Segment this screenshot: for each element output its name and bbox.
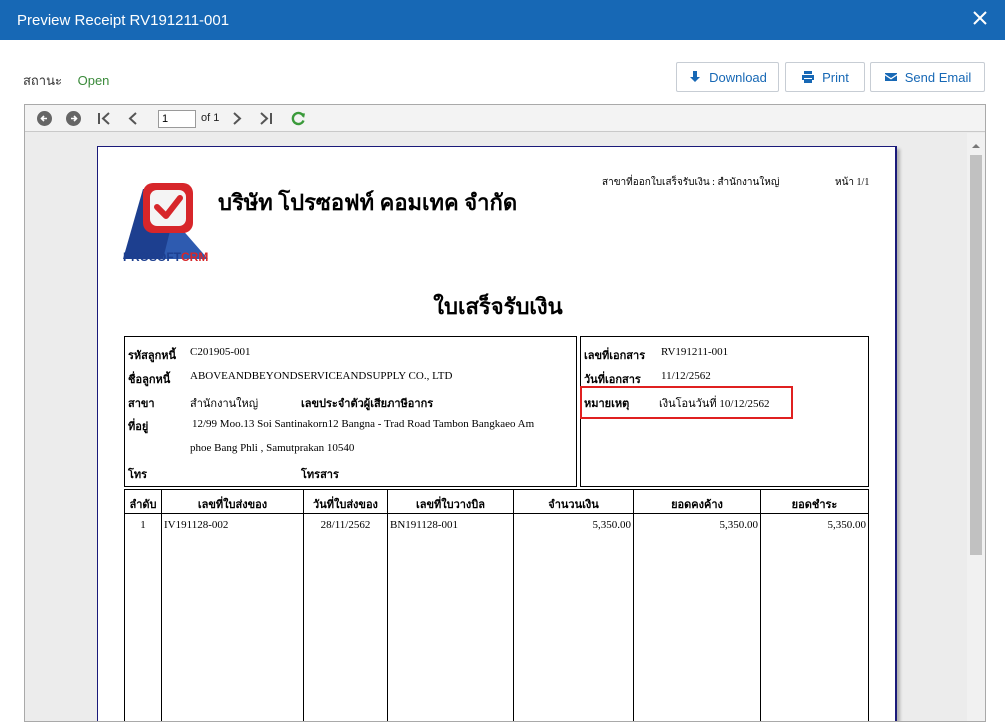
row-billing-no: BN191128-001 bbox=[390, 519, 459, 531]
refresh-icon[interactable] bbox=[290, 110, 307, 127]
dialog-titlebar: Preview Receipt RV191211-001 bbox=[0, 0, 1005, 40]
page-number-input[interactable] bbox=[158, 110, 196, 128]
row-invoice-date: 28/11/2562 bbox=[320, 519, 371, 531]
header-outstanding: ยอดคงค้าง bbox=[671, 499, 723, 511]
download-label: Download bbox=[709, 69, 767, 85]
customer-code-label: รหัสลูกหนี้ bbox=[128, 350, 177, 362]
logo-wordmark: PROSOFTCRM bbox=[123, 250, 209, 264]
customer-branch-label: สาขา bbox=[128, 398, 155, 410]
document-date: 11/12/2562 bbox=[661, 370, 711, 382]
company-name: บริษัท โปรซอฟท์ คอมเทค จำกัด bbox=[218, 190, 518, 215]
customer-branch: สำนักงานใหญ่ bbox=[190, 398, 259, 410]
address-label: ที่อยู่ bbox=[128, 421, 149, 433]
status-label: สถานะ bbox=[23, 73, 62, 88]
first-page-icon[interactable] bbox=[96, 110, 113, 127]
viewer-toolbar: of 1 bbox=[25, 105, 985, 132]
last-page-icon[interactable] bbox=[257, 110, 274, 127]
print-button[interactable]: Print bbox=[785, 62, 865, 92]
customer-name-label: ชื่อลูกหนี้ bbox=[128, 374, 171, 386]
print-label: Print bbox=[822, 69, 849, 85]
address-line-2: phoe Bang Phli , Samutprakan 10540 bbox=[190, 442, 355, 454]
column-divider bbox=[387, 490, 388, 721]
dialog-title: Preview Receipt RV191211-001 bbox=[17, 12, 230, 29]
receipt-title: ใบเสร็จรับเงิน bbox=[433, 294, 563, 319]
report-viewer: of 1 PROSOFTCRM บริษัท โปรซอฟท์ คอมเทค จ… bbox=[24, 104, 986, 722]
status-row: สถานะ Open bbox=[23, 70, 109, 91]
scroll-up-icon[interactable] bbox=[967, 139, 985, 149]
receipt-items-table: ลำดับ เลขที่ใบส่งของ วันที่ใบส่งของ เลขท… bbox=[124, 489, 869, 721]
send-email-button[interactable]: Send Email bbox=[870, 62, 985, 92]
document-no-label: เลขที่เอกสาร bbox=[584, 350, 646, 362]
header-amount: จำนวนเงิน bbox=[548, 499, 599, 511]
row-amount: 5,350.00 bbox=[592, 519, 632, 531]
customer-name: ABOVEANDBEYONDSERVICEANDSUPPLY CO., LTD bbox=[190, 370, 453, 382]
column-divider bbox=[161, 490, 162, 721]
fax-label: โทรสาร bbox=[301, 469, 339, 481]
phone-label: โทร bbox=[128, 469, 148, 481]
close-icon[interactable] bbox=[969, 7, 991, 29]
scrollbar-thumb[interactable] bbox=[970, 155, 982, 555]
envelope-icon bbox=[884, 73, 897, 81]
download-button[interactable]: Download bbox=[676, 62, 779, 92]
download-icon bbox=[690, 71, 701, 82]
header-billing-no: เลขที่ใบวางบิล bbox=[415, 499, 486, 511]
tax-id-label: เลขประจำตัวผู้เสียภาษีอากร bbox=[301, 398, 434, 410]
print-icon bbox=[802, 71, 815, 83]
row-outstanding: 5,350.00 bbox=[719, 519, 759, 531]
row-invoice-no: IV191128-002 bbox=[164, 519, 229, 531]
address-line-1: 12/99 Moo.13 Soi Santinakorn12 Bangna - … bbox=[192, 418, 535, 430]
header-invoice-date: วันที่ใบส่งของ bbox=[313, 499, 378, 511]
header-seq: ลำดับ bbox=[129, 499, 157, 511]
header-divider bbox=[125, 513, 868, 514]
next-page-icon[interactable] bbox=[228, 110, 245, 127]
header-invoice-no: เลขที่ใบส่งของ bbox=[197, 499, 268, 511]
receipt-page: PROSOFTCRM บริษัท โปรซอฟท์ คอมเทค จำกัด … bbox=[97, 146, 897, 721]
vertical-scrollbar[interactable] bbox=[967, 133, 985, 721]
row-seq: 1 bbox=[140, 519, 146, 531]
row-paid: 5,350.00 bbox=[827, 519, 867, 531]
header-paid: ยอดชำระ bbox=[791, 499, 838, 511]
send-email-label: Send Email bbox=[904, 69, 972, 85]
forward-circle-icon[interactable] bbox=[65, 110, 82, 127]
document-no: RV191211-001 bbox=[661, 346, 729, 358]
page-count-label: of 1 bbox=[201, 112, 220, 124]
issuing-branch: สาขาที่ออกใบเสร็จรับเงิน : สำนักงานใหญ่ bbox=[602, 177, 780, 188]
back-circle-icon[interactable] bbox=[36, 110, 53, 127]
status-value: Open bbox=[77, 73, 110, 88]
customer-info-box: รหัสลูกหนี้ C201905-001 ชื่อลูกหนี้ ABOV… bbox=[124, 336, 577, 487]
customer-code: C201905-001 bbox=[190, 346, 251, 358]
page-number-label: หน้า 1/1 bbox=[835, 177, 870, 188]
remark-highlight-box bbox=[580, 386, 793, 419]
previous-page-icon[interactable] bbox=[125, 110, 142, 127]
